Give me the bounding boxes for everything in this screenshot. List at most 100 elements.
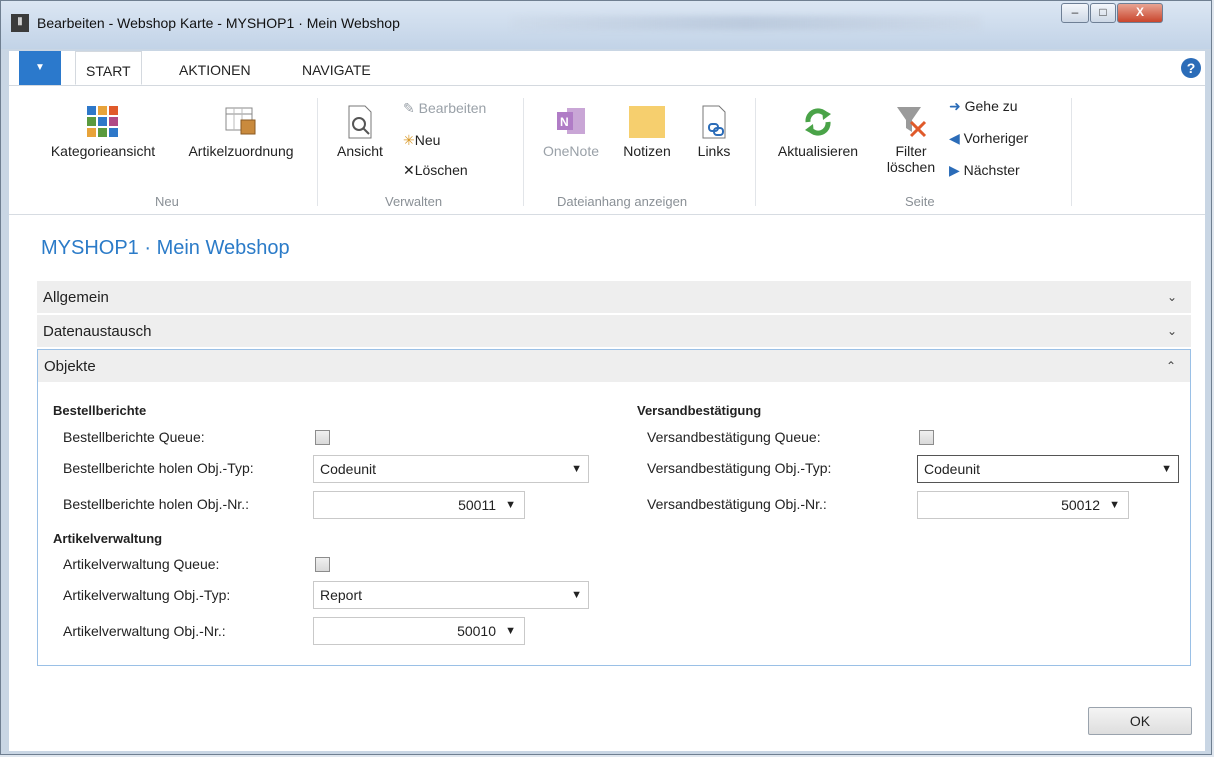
- loeschen-button[interactable]: ✕Löschen: [403, 162, 468, 179]
- select-value: Codeunit: [924, 461, 981, 477]
- neu-label: Neu: [414, 132, 441, 148]
- versandbestaetigung-queue-checkbox[interactable]: [919, 430, 934, 445]
- field-label: Versandbestätigung Obj.-Typ:: [647, 460, 832, 476]
- fasttab-label: Datenaustausch: [43, 323, 152, 340]
- select-value: Codeunit: [320, 461, 377, 477]
- naechster-label: Nächster: [963, 162, 1020, 178]
- ribbon: Kategorieansicht Artikelzuordnung Neu An…: [9, 86, 1205, 215]
- separator: [755, 98, 756, 206]
- tab-start[interactable]: START: [75, 51, 142, 85]
- gehe-zu-label: Gehe zu: [964, 98, 1018, 114]
- group-label-verwalten: Verwalten: [385, 194, 443, 209]
- notizen-button[interactable]: Notizen: [613, 104, 681, 159]
- naechster-button[interactable]: ▶ Nächster: [949, 162, 1020, 179]
- delete-icon: ✕: [403, 162, 415, 178]
- fasttab-allgemein[interactable]: Allgemein ⌄: [37, 281, 1191, 314]
- fasttab-datenaustausch[interactable]: Datenaustausch ⌄: [37, 315, 1191, 348]
- notizen-label: Notizen: [623, 143, 671, 159]
- content-area: MYSHOP1 · Mein Webshop Allgemein ⌄ Daten…: [9, 215, 1205, 751]
- kategorieansicht-button[interactable]: Kategorieansicht: [35, 104, 171, 159]
- links-label: Links: [697, 143, 731, 159]
- select-value: 50011: [458, 497, 496, 513]
- new-document-icon: ✳: [403, 132, 415, 148]
- artikelverwaltung-objnr-select[interactable]: 50010 ▼: [313, 617, 525, 645]
- svg-text:N: N: [560, 115, 569, 129]
- app-menu-button[interactable]: ▼: [19, 51, 61, 85]
- link-document-icon: [702, 105, 726, 139]
- section-head-versandbestaetigung: Versandbestätigung: [637, 403, 762, 418]
- ok-button[interactable]: OK: [1088, 707, 1192, 735]
- select-value: 50010: [457, 623, 496, 639]
- clear-filter-icon: [897, 107, 927, 138]
- artikelverwaltung-objtyp-select[interactable]: Report ▼: [313, 581, 589, 609]
- filter-label: Filter: [895, 143, 927, 159]
- select-value: 50012: [1061, 497, 1100, 513]
- close-button[interactable]: X: [1117, 3, 1163, 23]
- field-label: Bestellberichte Queue:: [63, 429, 205, 445]
- artikelzuordnung-button[interactable]: Artikelzuordnung: [173, 104, 309, 159]
- field-label: Bestellberichte holen Obj.-Nr.:: [63, 496, 249, 512]
- maximize-button[interactable]: □: [1090, 3, 1116, 23]
- dropdown-arrow-icon: ▼: [571, 589, 582, 601]
- item-assignment-icon: [225, 107, 256, 135]
- dropdown-arrow-icon: ▼: [1161, 463, 1172, 475]
- refresh-icon: [805, 108, 831, 136]
- blurred-breadcrumb: [511, 16, 981, 30]
- field-label: Versandbestätigung Obj.-Nr.:: [647, 496, 827, 512]
- onenote-button[interactable]: N OneNote: [533, 104, 609, 159]
- filter-loeschen-button[interactable]: Filter löschen: [881, 104, 941, 175]
- separator: [1071, 98, 1072, 206]
- ansicht-label: Ansicht: [337, 143, 383, 159]
- dropdown-arrow-icon: ▼: [505, 625, 516, 637]
- field-label: Artikelverwaltung Obj.-Typ:: [63, 587, 231, 603]
- ansicht-button[interactable]: Ansicht: [327, 104, 393, 159]
- aktualisieren-button[interactable]: Aktualisieren: [765, 104, 871, 159]
- field-label: Artikelverwaltung Obj.-Nr.:: [63, 623, 226, 639]
- app-icon: Ⅱ: [11, 14, 29, 32]
- section-head-bestellberichte: Bestellberichte: [53, 403, 147, 418]
- help-icon[interactable]: ?: [1181, 58, 1201, 78]
- bearbeiten-button[interactable]: ✎ Bearbeiten: [403, 100, 486, 117]
- fasttab-label: Objekte: [44, 358, 96, 375]
- onenote-icon: N: [557, 108, 585, 134]
- group-label-seite: Seite: [905, 194, 935, 209]
- gehe-zu-button[interactable]: ➜ Gehe zu: [949, 98, 1018, 115]
- section-head-artikelverwaltung: Artikelverwaltung: [53, 531, 163, 546]
- versandbestaetigung-objnr-select[interactable]: 50012 ▼: [917, 491, 1129, 519]
- previous-icon: ◀: [949, 130, 964, 146]
- bestellberichte-queue-checkbox[interactable]: [315, 430, 330, 445]
- neu-button[interactable]: ✳Neu: [403, 132, 440, 149]
- artikelzuordnung-label: Artikelzuordnung: [188, 143, 294, 159]
- links-button[interactable]: Links: [691, 104, 737, 159]
- artikelverwaltung-queue-checkbox[interactable]: [315, 557, 330, 572]
- category-grid-icon: [87, 106, 118, 137]
- chevron-up-icon: ⌃: [1165, 359, 1176, 373]
- field-label: Bestellberichte holen Obj.-Typ:: [63, 460, 254, 476]
- arrow-right-icon: ➜: [949, 98, 965, 114]
- separator: [317, 98, 318, 206]
- fasttab-objekte[interactable]: Objekte ⌃: [38, 350, 1190, 383]
- select-value: Report: [320, 587, 363, 603]
- dropdown-arrow-icon: ▼: [571, 463, 582, 475]
- vorheriger-button[interactable]: ◀ Vorheriger: [949, 130, 1028, 147]
- tab-aktionen[interactable]: AKTIONEN: [169, 51, 261, 85]
- page-title: MYSHOP1 · Mein Webshop: [41, 237, 290, 259]
- bestellberichte-objnr-select[interactable]: 50011 ▼: [313, 491, 525, 519]
- dropdown-arrow-icon: ▼: [1109, 499, 1120, 511]
- window: Ⅱ Bearbeiten - Webshop Karte - MYSHOP1 ·…: [0, 0, 1212, 755]
- separator: [523, 98, 524, 206]
- aktualisieren-label: Aktualisieren: [777, 143, 859, 159]
- vorheriger-label: Vorheriger: [963, 130, 1029, 146]
- bestellberichte-objtyp-select[interactable]: Codeunit ▼: [313, 455, 589, 483]
- chevron-down-icon: ⌄: [1166, 290, 1177, 304]
- loeschen-label: Löschen: [414, 162, 468, 178]
- loeschen-filter-label: löschen: [886, 159, 936, 175]
- chevron-down-icon: ⌄: [1166, 324, 1177, 338]
- field-label: Versandbestätigung Queue:: [647, 429, 821, 445]
- field-label: Artikelverwaltung Queue:: [63, 556, 220, 572]
- minimize-button[interactable]: –: [1061, 3, 1089, 23]
- title-bar: Ⅱ Bearbeiten - Webshop Karte - MYSHOP1 ·…: [1, 1, 1211, 49]
- next-icon: ▶: [949, 162, 964, 178]
- versandbestaetigung-objtyp-select[interactable]: Codeunit ▼: [917, 455, 1179, 483]
- tab-navigate[interactable]: NAVIGATE: [292, 51, 381, 85]
